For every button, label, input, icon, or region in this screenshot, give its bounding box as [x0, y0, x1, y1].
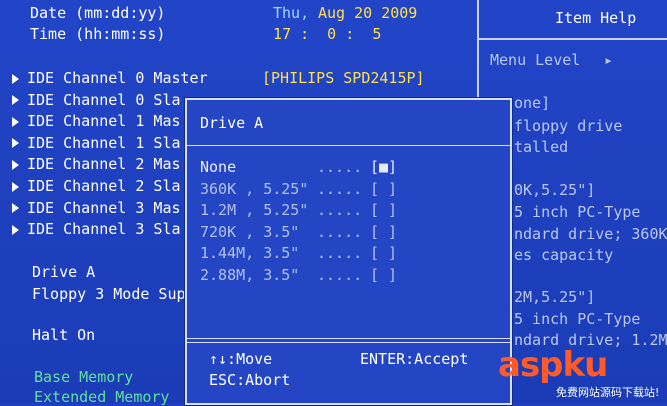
submenu-arrow-icon: [12, 73, 19, 84]
drive-option-label: 360K , 5.25": [200, 179, 309, 198]
date-label: Date (mm:dd:yy): [30, 4, 166, 22]
ide-channel-item[interactable]: IDE Channel 0 Sla: [12, 91, 181, 109]
help-line: talled: [514, 138, 569, 156]
floppy-mode-label[interactable]: Floppy 3 Mode Sup: [32, 285, 186, 303]
ide-channel-0-master-value[interactable]: [PHILIPS SPD2415P]: [262, 69, 425, 87]
watermark-subtitle: 免费网站源码下载站!: [556, 386, 660, 399]
footer-enter: ENTER:Accept: [360, 350, 469, 368]
drive-option-dots: .....: [317, 179, 363, 198]
help-line: es capacity: [514, 246, 614, 264]
drive-a-label[interactable]: Drive A: [32, 263, 95, 281]
ide-channel-item[interactable]: IDE Channel 3 Sla: [12, 220, 181, 238]
help-divider: [477, 38, 667, 40]
drive-option-checkbox[interactable]: [■]: [370, 158, 397, 176]
submenu-arrow-icon: [12, 95, 19, 106]
ide-channel-item[interactable]: IDE Channel 1 Mas: [12, 112, 181, 130]
ide-channel-item[interactable]: IDE Channel 2 Mas: [12, 155, 181, 173]
ide-channel-item[interactable]: IDE Channel 3 Mas: [12, 199, 181, 217]
submenu-arrow-icon: [12, 181, 19, 192]
base-memory-label: Base Memory: [34, 368, 134, 386]
drive-option-checkbox[interactable]: [ ]: [370, 180, 397, 198]
footer-move: ↑↓:Move: [209, 350, 273, 368]
drive-option-checkbox[interactable]: [ ]: [370, 201, 397, 219]
drive-option[interactable]: 720K , 3.5"..... [ ]: [187, 223, 510, 241]
drive-option[interactable]: 2.88M, 3.5"..... [ ]: [187, 266, 510, 284]
drive-option[interactable]: None..... [■]: [187, 158, 510, 176]
drive-option-dots: .....: [317, 201, 363, 220]
help-line: one]: [514, 94, 551, 112]
time-label: Time (hh:mm:ss): [30, 25, 166, 43]
drive-option[interactable]: 360K , 5.25"..... [ ]: [187, 180, 510, 198]
help-line: floppy drive: [514, 117, 623, 135]
submenu-arrow-icon: [12, 159, 19, 170]
drive-option-label: 720K , 3.5": [200, 222, 300, 241]
ide-channel-label: IDE Channel 2 Mas: [27, 155, 181, 174]
popup-footer-divider-2: [187, 342, 510, 343]
popup-title: Drive A: [200, 114, 264, 132]
ide-channel-label: IDE Channel 1 Sla: [27, 133, 181, 152]
bios-screen: Date (mm:dd:yy) Thu, Aug 20 2009 Time (h…: [0, 0, 667, 406]
submenu-arrow-icon: [12, 116, 19, 127]
help-line: ndard drive; 360K: [514, 225, 667, 243]
ide-channel-item[interactable]: IDE Channel 2 Sla: [12, 177, 181, 195]
popup-footer-divider: [187, 338, 510, 339]
footer-abort: ESC:Abort: [209, 371, 291, 389]
time-value[interactable]: 17 : 0 : 5: [273, 25, 381, 43]
ide-channel-label: IDE Channel 0 Sla: [27, 90, 181, 109]
drive-option-checkbox[interactable]: [ ]: [370, 266, 397, 284]
submenu-arrow-icon: [12, 224, 19, 235]
extended-memory-label: Extended Memory: [34, 388, 170, 406]
ide-channel-label: IDE Channel 0 Master: [27, 69, 208, 87]
item-help-title: Item Help: [555, 9, 637, 27]
drive-option-checkbox[interactable]: [ ]: [370, 244, 397, 262]
drive-option-checkbox[interactable]: [ ]: [370, 223, 397, 241]
menu-level-label: Menu Level: [490, 51, 581, 69]
ide-channel-item[interactable]: IDE Channel 0 Master: [12, 69, 208, 87]
help-line: 5 inch PC-Type: [514, 310, 641, 328]
drive-option-dots: .....: [317, 222, 363, 241]
drive-option-label: 1.44M, 3.5": [200, 244, 300, 263]
help-line: 0K,5.25"]: [514, 181, 596, 199]
help-line: 5 inch PC-Type: [514, 203, 641, 221]
drive-option-label: None: [200, 158, 237, 176]
drive-option-label: 2.88M, 3.5": [200, 266, 300, 284]
submenu-arrow-icon: [12, 138, 19, 149]
ide-channel-label: IDE Channel 1 Mas: [27, 112, 181, 131]
help-line: 2M,5.25"]: [514, 288, 596, 306]
halt-on-label[interactable]: Halt On: [32, 326, 95, 344]
ide-channel-label: IDE Channel 3 Mas: [27, 198, 181, 217]
drive-option-dots: .....: [317, 244, 363, 263]
drive-option-label: 1.2M , 5.25": [200, 201, 309, 220]
drive-option[interactable]: 1.2M , 5.25"..... [ ]: [187, 201, 510, 219]
ide-channel-label: IDE Channel 3 Sla: [27, 220, 181, 239]
date-day[interactable]: Thu,: [273, 4, 309, 22]
drive-a-popup: Drive A None..... [■] 360K , 5.25"..... [ ]…: [185, 98, 512, 405]
drive-option-dots: .....: [317, 158, 363, 176]
submenu-arrow-icon: [12, 203, 19, 214]
drive-option[interactable]: 1.44M, 3.5"..... [ ]: [187, 244, 510, 262]
ide-channel-label: IDE Channel 2 Sla: [27, 177, 181, 195]
popup-title-divider: [187, 145, 510, 146]
menu-level-arrow-icon: ▸: [604, 51, 614, 69]
ide-channel-item[interactable]: IDE Channel 1 Sla: [12, 134, 181, 152]
date-value[interactable]: Aug 20 2009: [318, 4, 417, 22]
watermark-logo: aspku: [498, 345, 608, 385]
drive-option-dots: .....: [317, 266, 363, 284]
